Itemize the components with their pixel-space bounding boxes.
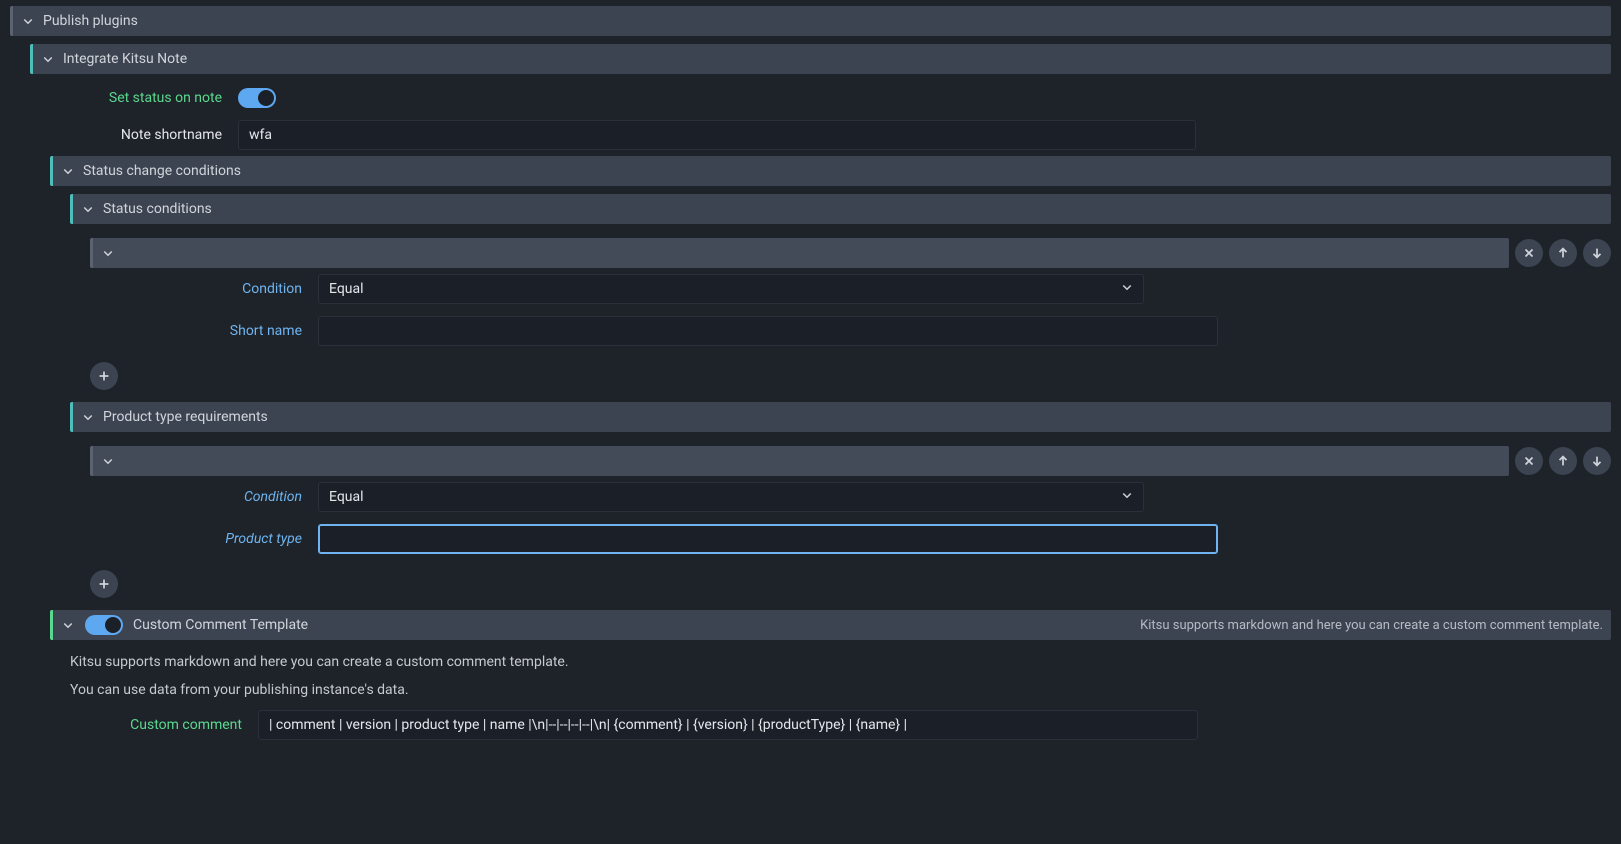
set-status-row: Set status on note: [30, 82, 1611, 114]
custom-comment-template-title: Custom Comment Template: [133, 617, 308, 633]
custom-comment-desc2: You can use data from your publishing in…: [70, 676, 1611, 704]
custom-comment-template-section: Custom Comment Template Kitsu supports m…: [50, 610, 1611, 746]
custom-comment-label: Custom comment: [70, 717, 250, 733]
product-type-requirements-body: Condition Equal Product t: [90, 432, 1611, 602]
chevron-down-icon: [101, 246, 115, 260]
status-conditions-body: Condition Equal Short nam: [90, 224, 1611, 394]
custom-comment-row: Custom comment: [70, 704, 1611, 746]
status-change-conditions-header[interactable]: Status change conditions: [50, 156, 1611, 186]
status-conditions-section: Status conditions: [70, 194, 1611, 394]
product-type-item-row: [90, 446, 1611, 476]
chevron-down-icon: [41, 52, 55, 66]
product-type-item-header[interactable]: [90, 446, 1509, 476]
add-product-type-button[interactable]: [90, 570, 118, 598]
chevron-down-icon: [61, 164, 75, 178]
move-down-button[interactable]: [1583, 239, 1611, 267]
add-status-condition-button[interactable]: [90, 362, 118, 390]
status-change-conditions-section: Status change conditions Status conditio…: [50, 156, 1611, 602]
chevron-down-icon: [81, 202, 95, 216]
note-shortname-label: Note shortname: [30, 127, 230, 143]
product-type-requirements-section: Product type requirements: [70, 402, 1611, 602]
remove-button[interactable]: [1515, 447, 1543, 475]
integrate-kitsu-note-body: Set status on note Note shortname Status…: [30, 74, 1611, 746]
status-condition-item-header[interactable]: [90, 238, 1509, 268]
product-type-requirements-header[interactable]: Product type requirements: [70, 402, 1611, 432]
status-condition-condition-select[interactable]: Equal: [318, 274, 1144, 304]
custom-comment-input[interactable]: [258, 710, 1198, 740]
set-status-toggle[interactable]: [238, 88, 276, 108]
status-condition-shortname-row: Short name: [90, 310, 1611, 352]
integrate-kitsu-note-section: Integrate Kitsu Note Set status on note …: [30, 44, 1611, 746]
publish-plugins-section: Publish plugins Integrate Kitsu Note Set…: [10, 6, 1611, 746]
product-type-value-row: Product type: [90, 518, 1611, 560]
product-type-value-label: Product type: [90, 531, 310, 547]
chevron-down-icon: [81, 410, 95, 424]
chevron-down-icon: [1121, 281, 1133, 297]
set-status-label: Set status on note: [30, 90, 230, 106]
publish-plugins-header[interactable]: Publish plugins: [10, 6, 1611, 36]
chevron-down-icon: [21, 14, 35, 28]
status-condition-condition-row: Condition Equal: [90, 268, 1611, 310]
chevron-down-icon: [1121, 489, 1133, 505]
custom-comment-desc1: Kitsu supports markdown and here you can…: [70, 648, 1611, 676]
move-down-button[interactable]: [1583, 447, 1611, 475]
status-condition-condition-label: Condition: [90, 281, 310, 297]
status-conditions-header[interactable]: Status conditions: [70, 194, 1611, 224]
status-condition-shortname-label: Short name: [90, 323, 310, 339]
custom-comment-header-hint: Kitsu supports markdown and here you can…: [1140, 618, 1603, 633]
product-type-condition-row: Condition Equal: [90, 476, 1611, 518]
status-change-conditions-body: Status conditions: [70, 186, 1611, 602]
custom-comment-template-body: Kitsu supports markdown and here you can…: [50, 640, 1611, 746]
chevron-down-icon: [61, 618, 75, 632]
note-shortname-input[interactable]: [238, 120, 1196, 150]
move-up-button[interactable]: [1549, 239, 1577, 267]
status-condition-shortname-input[interactable]: [318, 316, 1218, 346]
product-type-input[interactable]: [318, 524, 1218, 554]
status-conditions-title: Status conditions: [103, 201, 212, 217]
integrate-kitsu-note-title: Integrate Kitsu Note: [63, 51, 187, 67]
move-up-button[interactable]: [1549, 447, 1577, 475]
remove-button[interactable]: [1515, 239, 1543, 267]
chevron-down-icon: [101, 454, 115, 468]
note-shortname-row: Note shortname: [30, 114, 1611, 156]
product-type-requirements-title: Product type requirements: [103, 409, 268, 425]
publish-plugins-title: Publish plugins: [43, 13, 138, 29]
product-type-condition-value: Equal: [329, 489, 364, 505]
integrate-kitsu-note-header[interactable]: Integrate Kitsu Note: [30, 44, 1611, 74]
product-type-condition-label: Condition: [90, 489, 310, 505]
status-condition-item-row: [90, 238, 1611, 268]
status-condition-condition-value: Equal: [329, 281, 364, 297]
publish-plugins-body: Integrate Kitsu Note Set status on note …: [30, 36, 1611, 746]
custom-comment-toggle[interactable]: [85, 615, 123, 635]
status-change-conditions-title: Status change conditions: [83, 163, 241, 179]
custom-comment-template-header[interactable]: Custom Comment Template Kitsu supports m…: [50, 610, 1611, 640]
product-type-condition-select[interactable]: Equal: [318, 482, 1144, 512]
